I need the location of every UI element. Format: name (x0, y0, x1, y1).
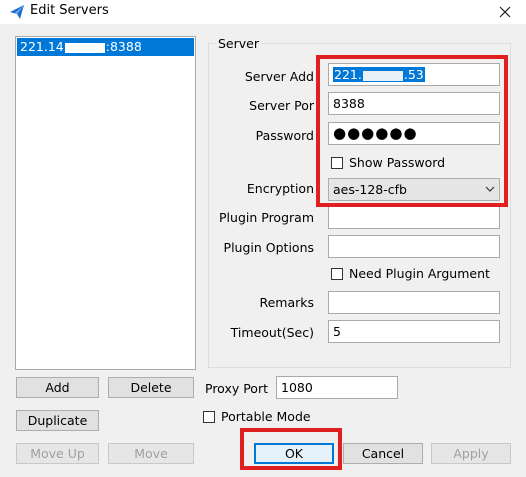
server-port-label: Server Por (249, 98, 314, 113)
title-bar: Edit Servers (0, 0, 526, 24)
encryption-value: aes-128-cfb (333, 182, 407, 197)
move-down-button[interactable]: Move (108, 443, 194, 464)
proxy-port-label: Proxy Port (205, 381, 268, 396)
server-list[interactable]: 221.14 :8388 (15, 36, 196, 370)
timeout-field[interactable]: 5 (328, 320, 500, 343)
portable-mode-checkbox[interactable]: Portable Mode (203, 409, 311, 424)
plugin-program-label: Plugin Program (219, 210, 314, 225)
remarks-label: Remarks (259, 295, 314, 310)
list-item-end: :8388 (105, 39, 142, 54)
cancel-button[interactable]: Cancel (343, 443, 423, 464)
timeout-label: Timeout(Sec) (230, 325, 314, 340)
paper-plane-icon (8, 3, 26, 21)
show-password-label: Show Password (349, 155, 446, 170)
move-up-button[interactable]: Move Up (16, 443, 99, 464)
duplicate-button[interactable]: Duplicate (16, 410, 99, 431)
checkbox-box[interactable] (331, 267, 343, 280)
proxy-port-field[interactable]: 1080 (276, 376, 398, 399)
need-plugin-argument-checkbox[interactable]: Need Plugin Argument (331, 266, 490, 281)
checkbox-box[interactable] (203, 410, 215, 423)
server-group-title: Server (216, 36, 261, 51)
delete-button[interactable]: Delete (108, 377, 194, 398)
checkbox-box[interactable] (331, 156, 343, 169)
server-address-label: Server Add (244, 69, 314, 84)
server-address-field[interactable]: 221. .53 (328, 63, 500, 86)
redaction-mark (362, 70, 403, 81)
server-port-field[interactable]: 8388 (328, 92, 500, 115)
plugin-options-field[interactable] (328, 235, 500, 258)
server-address-end: .53 (403, 67, 424, 82)
server-address-start: 221. (334, 67, 362, 82)
window-title: Edit Servers (30, 3, 109, 18)
apply-button[interactable]: Apply (431, 443, 511, 464)
close-icon[interactable] (492, 0, 518, 24)
password-field[interactable]: ●●●●●● (328, 122, 500, 145)
plugin-program-field[interactable] (328, 206, 500, 229)
need-plugin-argument-label: Need Plugin Argument (349, 266, 490, 281)
show-password-checkbox[interactable]: Show Password (331, 155, 445, 170)
remarks-field[interactable] (328, 291, 500, 314)
add-button[interactable]: Add (16, 377, 99, 398)
portable-mode-label: Portable Mode (221, 409, 311, 424)
encryption-label: Encryption (246, 181, 314, 196)
list-item[interactable]: 221.14 :8388 (17, 38, 194, 56)
encryption-select[interactable]: aes-128-cfb (328, 178, 500, 201)
password-label: Password (255, 128, 314, 143)
redaction-mark (64, 42, 105, 53)
list-item-start: 221.14 (20, 39, 64, 54)
chevron-down-icon (485, 179, 495, 206)
ok-button[interactable]: OK (254, 443, 334, 464)
plugin-options-label: Plugin Options (223, 240, 314, 255)
